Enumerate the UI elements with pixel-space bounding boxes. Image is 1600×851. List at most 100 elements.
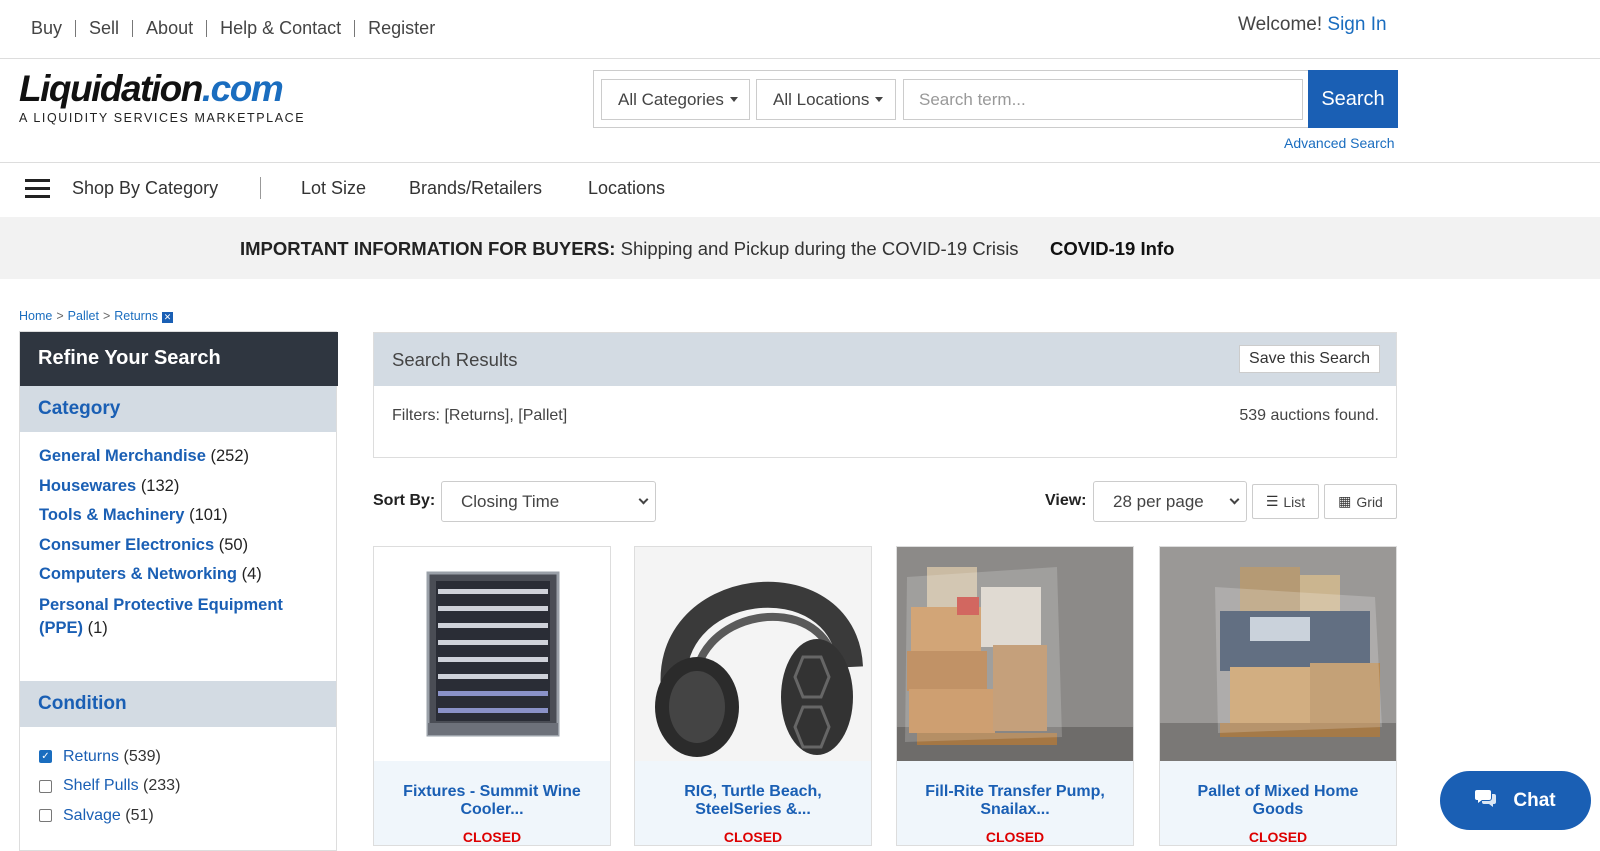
results-count: 539 auctions found. bbox=[1239, 407, 1379, 424]
category-count: (50) bbox=[218, 535, 249, 554]
results-header: Search Results Save this Search bbox=[374, 333, 1396, 386]
card-caption: Fixtures - Summit Wine Cooler... CLOSED bbox=[374, 761, 610, 845]
product-image-mixed-home-goods[interactable] bbox=[1160, 547, 1396, 761]
chevron-down-icon bbox=[638, 494, 649, 505]
active-filters: Filters: [Returns], [Pallet] bbox=[392, 407, 568, 424]
card-title[interactable]: RIG, Turtle Beach, SteelSeries &... bbox=[645, 783, 861, 819]
topnav-register-link[interactable]: Register bbox=[368, 18, 435, 39]
category-name[interactable]: Consumer Electronics bbox=[39, 536, 214, 554]
nav-brands-retailers[interactable]: Brands/Retailers bbox=[409, 178, 542, 199]
sort-select[interactable]: Closing Time bbox=[441, 481, 656, 522]
breadcrumb-returns[interactable]: Returns bbox=[114, 309, 158, 323]
shop-by-category-link[interactable]: Shop By Category bbox=[72, 178, 218, 199]
condition-item[interactable]: Salvage (51) bbox=[39, 801, 180, 831]
divider bbox=[260, 177, 261, 199]
logo-brand-suffix: .com bbox=[201, 68, 284, 109]
chat-label: Chat bbox=[1513, 789, 1556, 811]
product-image-pallet-pump[interactable] bbox=[897, 547, 1133, 761]
breadcrumb: Home > Pallet > Returns ✕ bbox=[19, 309, 174, 323]
banner-message: IMPORTANT INFORMATION FOR BUYERS: Shippi… bbox=[240, 238, 1019, 260]
search-input[interactable] bbox=[903, 79, 1303, 120]
grid-icon: ▦ bbox=[1338, 493, 1352, 509]
card-caption: Pallet of Mixed Home Goods CLOSED bbox=[1160, 761, 1396, 845]
topnav-sell-link[interactable]: Sell bbox=[89, 18, 119, 39]
category-count: (1) bbox=[87, 618, 108, 637]
nav-locations[interactable]: Locations bbox=[588, 178, 665, 199]
view-label: View: bbox=[1045, 492, 1087, 509]
category-name[interactable]: Personal Protective Equipment (PPE) bbox=[39, 596, 283, 637]
logo-wordmark: Liquidation.com bbox=[19, 70, 305, 108]
remove-filter-icon[interactable]: ✕ bbox=[162, 311, 174, 323]
auction-card[interactable]: Fixtures - Summit Wine Cooler... CLOSED bbox=[373, 546, 611, 846]
location-dropdown[interactable]: All Locations bbox=[756, 79, 896, 120]
caret-down-icon bbox=[729, 97, 738, 102]
covid-info-link[interactable]: COVID-19 Info bbox=[1050, 238, 1174, 260]
per-page-value: 28 per page bbox=[1113, 491, 1204, 511]
search-bar: All Categories All Locations Search bbox=[593, 70, 1398, 128]
checkbox[interactable] bbox=[39, 809, 52, 823]
product-image-wine-cooler[interactable] bbox=[374, 547, 610, 761]
auction-card[interactable]: Fill-Rite Transfer Pump, Snailax... CLOS… bbox=[896, 546, 1134, 846]
category-name[interactable]: Computers & Networking bbox=[39, 565, 237, 583]
covid-banner: IMPORTANT INFORMATION FOR BUYERS: Shippi… bbox=[0, 217, 1600, 279]
divider bbox=[75, 20, 77, 37]
category-list: General Merchandise (252) Housewares (13… bbox=[39, 442, 319, 640]
category-name[interactable]: Housewares bbox=[39, 477, 136, 495]
breadcrumb-pallet[interactable]: Pallet bbox=[68, 309, 99, 323]
topnav-about-link[interactable]: About bbox=[146, 18, 193, 39]
category-name[interactable]: Tools & Machinery bbox=[39, 506, 184, 524]
auction-card[interactable]: Pallet of Mixed Home Goods CLOSED bbox=[1159, 546, 1397, 846]
breadcrumb-separator: > bbox=[102, 309, 111, 323]
card-title[interactable]: Fixtures - Summit Wine Cooler... bbox=[384, 783, 600, 819]
product-image-headset[interactable] bbox=[635, 547, 871, 761]
location-dropdown-label: All Locations bbox=[773, 89, 870, 109]
list-view-button[interactable]: ☰ List bbox=[1252, 484, 1319, 519]
search-button[interactable]: Search bbox=[1308, 70, 1398, 128]
condition-count: (539) bbox=[123, 747, 161, 765]
category-dropdown[interactable]: All Categories bbox=[601, 79, 750, 120]
category-item[interactable]: Consumer Electronics (50) bbox=[39, 531, 319, 561]
condition-item[interactable]: Shelf Pulls (233) bbox=[39, 772, 180, 802]
chat-button[interactable]: Chat bbox=[1440, 771, 1591, 830]
refine-sidebar: Refine Your Search Category General Merc… bbox=[19, 331, 338, 851]
category-heading[interactable]: Category bbox=[20, 386, 336, 432]
category-item[interactable]: Tools & Machinery (101) bbox=[39, 501, 319, 531]
chevron-down-icon bbox=[1229, 494, 1240, 505]
site-logo[interactable]: Liquidation.com A LIQUIDITY SERVICES MAR… bbox=[19, 70, 305, 126]
logo-brand-main: Liquidation bbox=[19, 68, 203, 109]
sign-in-link[interactable]: Sign In bbox=[1327, 14, 1386, 35]
category-name[interactable]: General Merchandise bbox=[39, 447, 206, 465]
condition-heading[interactable]: Condition bbox=[20, 681, 336, 727]
advanced-search-link[interactable]: Advanced Search bbox=[1284, 135, 1395, 151]
category-item[interactable]: General Merchandise (252) bbox=[39, 442, 319, 472]
checkbox[interactable] bbox=[39, 779, 52, 793]
nav-lot-size[interactable]: Lot Size bbox=[301, 178, 366, 199]
welcome-label: Welcome! bbox=[1238, 14, 1323, 35]
checkbox-checked[interactable]: ✓ bbox=[39, 750, 52, 764]
hamburger-menu-icon[interactable] bbox=[25, 179, 50, 199]
per-page-select[interactable]: 28 per page bbox=[1093, 481, 1247, 522]
save-search-button[interactable]: Save this Search bbox=[1239, 345, 1380, 373]
card-title[interactable]: Pallet of Mixed Home Goods bbox=[1170, 783, 1386, 819]
topnav-help-link[interactable]: Help & Contact bbox=[220, 18, 341, 39]
category-count: (132) bbox=[140, 476, 180, 495]
category-nav: Shop By Category Lot Size Brands/Retaile… bbox=[0, 163, 1600, 217]
top-utility-bar: Buy Sell About Help & Contact Register W… bbox=[0, 0, 1600, 59]
condition-name[interactable]: Shelf Pulls bbox=[63, 777, 139, 795]
topnav-buy-link[interactable]: Buy bbox=[31, 18, 62, 39]
card-status: CLOSED bbox=[723, 829, 783, 845]
card-title[interactable]: Fill-Rite Transfer Pump, Snailax... bbox=[907, 783, 1123, 819]
card-status: CLOSED bbox=[985, 829, 1045, 845]
breadcrumb-home[interactable]: Home bbox=[19, 309, 52, 323]
category-item[interactable]: Personal Protective Equipment (PPE) (1) bbox=[39, 594, 319, 640]
category-item[interactable]: Housewares (132) bbox=[39, 472, 319, 502]
breadcrumb-separator: > bbox=[56, 309, 64, 323]
card-status: CLOSED bbox=[1248, 829, 1308, 845]
condition-name[interactable]: Salvage bbox=[63, 807, 121, 825]
condition-list: ✓ Returns (539) Shelf Pulls (233) Salvag… bbox=[39, 742, 180, 831]
grid-view-button[interactable]: ▦ Grid bbox=[1324, 484, 1397, 519]
condition-name[interactable]: Returns bbox=[63, 748, 119, 766]
auction-card[interactable]: RIG, Turtle Beach, SteelSeries &... CLOS… bbox=[634, 546, 872, 846]
category-item[interactable]: Computers & Networking (4) bbox=[39, 560, 319, 590]
condition-item[interactable]: ✓ Returns (539) bbox=[39, 742, 180, 772]
